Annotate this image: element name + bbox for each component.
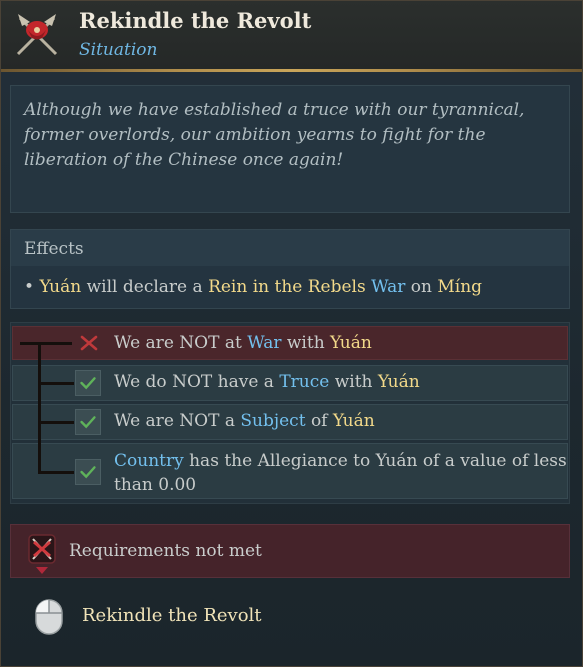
trigger-text-part: of — [305, 411, 333, 431]
description-text: Although we have established a truce wit… — [24, 100, 525, 170]
country-link-yuan[interactable]: Yuán — [330, 333, 372, 353]
situation-title: Rekindle the Revolt — [79, 8, 312, 33]
trigger-text-part: with — [281, 333, 331, 353]
bullet-glyph: • — [24, 277, 35, 297]
red-x-icon — [80, 335, 98, 351]
green-check-icon — [75, 409, 101, 435]
country-link-yuan[interactable]: Yuán — [333, 411, 375, 431]
concept-link-war[interactable]: War — [247, 333, 281, 353]
trigger-text-part: We are NOT at — [114, 333, 248, 353]
country-link-ming[interactable]: Míng — [437, 277, 482, 297]
header-divider — [1, 69, 582, 72]
green-check-icon — [75, 370, 101, 396]
trigger-text-continued: than 0.00 — [114, 475, 197, 495]
country-link-yuan[interactable]: Yuán — [378, 372, 420, 392]
situation-type-label: Situation — [79, 40, 158, 60]
tree-connector — [38, 471, 74, 474]
trigger-text-part: has the Allegiance to Yuán of a value of… — [183, 451, 567, 471]
effects-title: Effects — [24, 239, 84, 259]
country-link-yuan[interactable]: Yuán — [39, 277, 81, 297]
tree-connector — [20, 342, 72, 345]
trigger-text-part: We do NOT have a — [114, 372, 280, 392]
tree-connector — [38, 382, 74, 385]
trigger-text-part: with — [329, 372, 378, 392]
rekindle-revolt-action[interactable]: Rekindle the Revolt — [82, 605, 262, 626]
trigger-text-part: We are NOT a — [114, 411, 241, 431]
war-goal-link[interactable]: Rein in the Rebels — [208, 277, 366, 297]
effect-line: • Yuán will declare a Rein in the Rebels… — [24, 277, 482, 297]
trigger-text: Country has the Allegiance to Yuán of a … — [114, 449, 567, 473]
left-click-mouse-icon — [35, 599, 63, 635]
effects-header: Effects — [11, 230, 569, 266]
green-check-icon — [75, 459, 101, 485]
tree-connector — [38, 343, 41, 473]
trigger-text: We do NOT have a Truce with Yuán — [114, 370, 420, 394]
concept-link-truce[interactable]: Truce — [279, 372, 329, 392]
concept-link-country[interactable]: Country — [114, 451, 184, 471]
rebel-flag-emblem-icon — [16, 14, 58, 56]
requirements-status-text: Requirements not met — [69, 541, 262, 561]
effects-panel: Effects • Yuán will declare a Rein in th… — [10, 229, 570, 309]
concept-link-war[interactable]: War — [371, 277, 405, 297]
concept-link-subject[interactable]: Subject — [240, 411, 305, 431]
tree-connector — [38, 421, 74, 424]
crossed-sword-x-icon — [28, 534, 56, 574]
effect-text: on — [410, 277, 432, 297]
description-panel: Although we have established a truce wit… — [10, 85, 570, 213]
trigger-text: We are NOT at War with Yuán — [114, 331, 372, 355]
trigger-text: We are NOT a Subject of Yuán — [114, 409, 375, 433]
effect-text: will declare a — [86, 277, 203, 297]
